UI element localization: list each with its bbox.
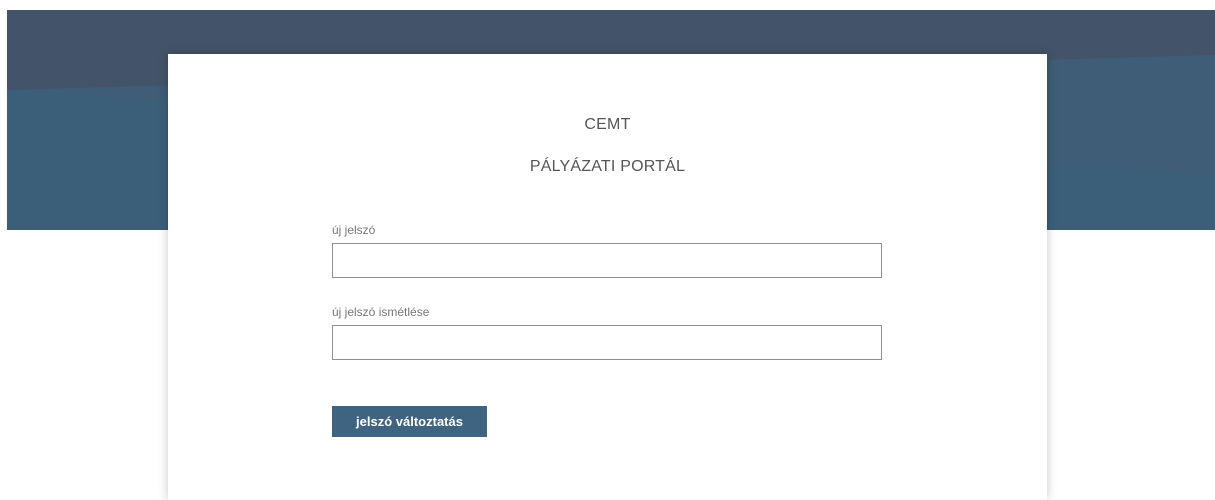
new-password-input[interactable] (332, 243, 882, 278)
repeat-password-label: új jelszó ismétlése (332, 305, 430, 319)
new-password-label: új jelszó (332, 223, 376, 237)
login-card: CEMT PÁLYÁZATI PORTÁL új jelszó új jelsz… (168, 54, 1047, 500)
portal-subtitle: PÁLYÁZATI PORTÁL (529, 158, 686, 175)
password-change-page: CEMT PÁLYÁZATI PORTÁL új jelszó új jelsz… (0, 0, 1215, 500)
change-password-button[interactable]: jelszó változtatás (332, 406, 487, 437)
repeat-password-input[interactable] (332, 325, 882, 360)
portal-title: CEMT (584, 116, 631, 133)
